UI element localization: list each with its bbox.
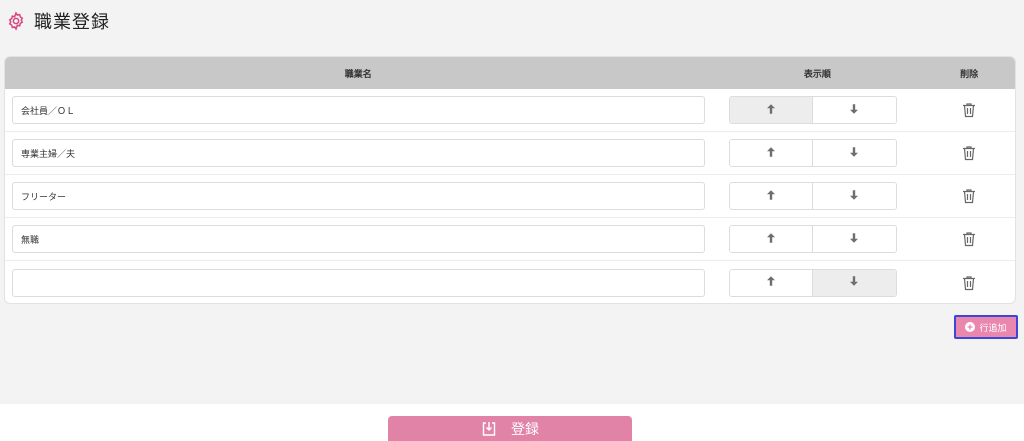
occupation-name-input[interactable] — [12, 139, 705, 167]
arrow-down-icon — [850, 189, 859, 203]
table-row — [5, 132, 1015, 175]
occupation-name-input[interactable] — [12, 225, 705, 253]
move-down-button[interactable] — [812, 140, 896, 166]
move-up-button[interactable] — [729, 269, 813, 296]
register-label: 登録 — [511, 421, 539, 438]
column-header-name: 職業名 — [344, 69, 372, 80]
table-header: 職業名 表示順 削除 — [5, 57, 1015, 89]
trash-icon[interactable] — [962, 188, 976, 204]
occupation-name-input[interactable] — [12, 182, 705, 210]
arrow-down-icon — [850, 276, 859, 289]
table-row — [5, 261, 1015, 303]
save-icon — [481, 421, 497, 437]
move-down-button[interactable] — [812, 183, 896, 209]
order-cell — [712, 182, 924, 210]
add-row-label: 行追加 — [979, 323, 1007, 334]
name-cell — [5, 268, 712, 297]
plus-circle-icon — [965, 322, 976, 332]
arrow-down-icon — [850, 146, 859, 160]
delete-cell — [923, 275, 1015, 291]
move-up-button[interactable] — [729, 226, 813, 252]
occupation-table: 職業名 表示順 削除 — [4, 56, 1016, 304]
name-cell — [5, 182, 712, 210]
occupation-name-input[interactable] — [12, 268, 705, 297]
order-cell — [712, 139, 924, 167]
delete-cell — [923, 231, 1015, 247]
name-cell — [5, 96, 712, 124]
arrow-down-icon — [850, 232, 859, 246]
move-up-button[interactable] — [729, 183, 813, 209]
page-header: 職業登録 — [6, 8, 110, 34]
move-up-button[interactable] — [729, 140, 813, 166]
arrow-up-icon — [766, 146, 775, 160]
delete-cell — [923, 145, 1015, 161]
register-button[interactable]: 登録 — [388, 416, 632, 441]
order-cell — [712, 268, 924, 297]
column-header-order: 表示順 — [803, 69, 831, 80]
order-button-group — [728, 139, 897, 167]
table-row — [5, 175, 1015, 218]
occupation-name-input[interactable] — [12, 96, 705, 124]
trash-icon[interactable] — [962, 145, 976, 161]
move-down-button[interactable] — [812, 97, 896, 123]
trash-icon[interactable] — [962, 275, 976, 291]
table-row — [5, 218, 1015, 261]
delete-cell — [923, 102, 1015, 118]
order-button-group — [728, 96, 897, 124]
table-row — [5, 89, 1015, 132]
table-body — [5, 89, 1015, 303]
name-cell — [5, 225, 712, 253]
order-cell — [712, 225, 924, 253]
trash-icon[interactable] — [962, 231, 976, 247]
move-up-button[interactable] — [729, 97, 813, 123]
column-header-delete: 削除 — [960, 69, 979, 80]
order-button-group — [728, 268, 897, 297]
move-down-button[interactable] — [812, 269, 896, 296]
page-title: 職業登録 — [34, 12, 110, 33]
arrow-up-icon — [766, 189, 775, 203]
name-cell — [5, 139, 712, 167]
gear-icon — [6, 11, 26, 31]
arrow-up-icon — [766, 232, 775, 246]
arrow-up-icon — [766, 276, 775, 289]
arrow-down-icon — [850, 103, 859, 117]
delete-cell — [923, 188, 1015, 204]
order-cell — [712, 96, 924, 124]
trash-icon[interactable] — [962, 102, 976, 118]
move-down-button[interactable] — [812, 226, 896, 252]
order-button-group — [728, 182, 897, 210]
arrow-up-icon — [766, 103, 775, 117]
order-button-group — [728, 225, 897, 253]
add-row-button[interactable]: 行追加 — [954, 315, 1018, 339]
